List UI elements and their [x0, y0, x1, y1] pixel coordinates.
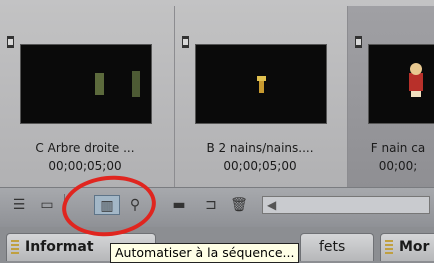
project-bin: C Arbre droite ... 00;00;05;00 B 2 nains… [0, 0, 434, 187]
new-item-icon[interactable]: ⊐ [200, 195, 222, 215]
list-view-icon[interactable]: ☰ [8, 195, 30, 215]
clip-name: F nain ca [370, 141, 426, 155]
dwarf-thumbnail-image [409, 63, 423, 97]
clip-item[interactable]: C Arbre droite ... 00;00;05;00 [0, 6, 175, 187]
tab-grip-icon [11, 240, 19, 254]
clip-duration: 00;00; [378, 159, 418, 173]
dwarf-thumbnail-image [257, 76, 266, 93]
clip-item-selected[interactable]: F nain ca 00;00; [348, 6, 434, 187]
tab-monitor[interactable]: Mor [380, 233, 434, 261]
tab-label: Mor [399, 239, 430, 255]
clip-marker-icon [182, 36, 189, 48]
tab-effects[interactable]: fets [300, 233, 374, 261]
clip-thumbnail[interactable] [195, 44, 327, 124]
clip-duration: 00;00;05;00 [48, 159, 122, 173]
tab-label: fets [319, 239, 346, 255]
clip-marker-icon [355, 36, 362, 48]
new-bin-icon[interactable]: ▬ [168, 195, 190, 215]
clip-name: C Arbre droite ... [35, 141, 135, 155]
clip-thumbnail[interactable] [20, 44, 152, 124]
icon-view-icon[interactable]: ▭ [36, 195, 58, 215]
delete-icon[interactable]: 🗑 [228, 195, 250, 215]
clip-thumbnail[interactable] [368, 44, 434, 124]
clip-marker-icon [7, 36, 14, 48]
clip-item[interactable]: B 2 nains/nains.... 00;00;05;00 [175, 6, 348, 187]
tab-grip-icon [385, 240, 393, 254]
tooltip: Automatiser à la séquence... [110, 243, 300, 263]
horizontal-scrollbar[interactable]: ◀ [262, 196, 430, 214]
clip-duration: 00;00;05;00 [223, 159, 297, 173]
tab-label: Informat [25, 239, 94, 255]
clip-name: B 2 nains/nains.... [206, 141, 314, 155]
tree-thumbnail-image [95, 71, 140, 97]
scroll-left-icon[interactable]: ◀ [267, 197, 276, 213]
